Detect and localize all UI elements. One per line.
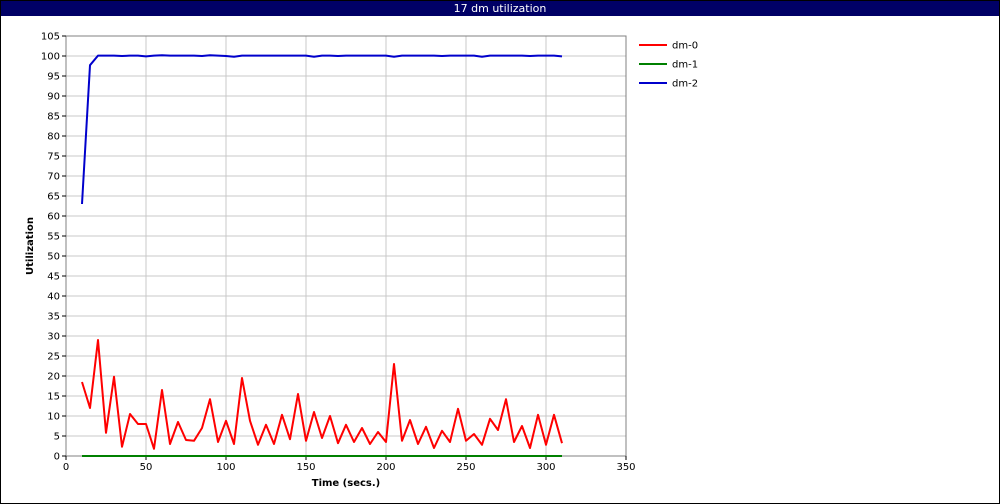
x-axis-label: Time (secs.) — [312, 478, 381, 489]
y-tick-label: 80 — [47, 132, 60, 143]
legend-label-dm-1: dm-1 — [672, 60, 698, 71]
plot-area — [65, 35, 627, 457]
chart-window: 17 dm utilization 0 5 10 15 20 25 30 35 40 45 50 55… — [0, 0, 1000, 504]
y-tick-label: 50 — [47, 252, 60, 263]
y-tick-label: 0 — [54, 452, 60, 463]
x-tick-label: 50 — [140, 462, 153, 473]
chart-grid — [65, 35, 627, 457]
x-tick-label: 350 — [616, 462, 635, 473]
y-tick-label: 60 — [47, 212, 60, 223]
x-tick-label: 200 — [376, 462, 395, 473]
y-tick-label: 15 — [47, 392, 60, 403]
y-tick-label: 10 — [47, 412, 60, 423]
x-tick-label: 150 — [296, 462, 315, 473]
y-tick-label: 25 — [47, 352, 60, 363]
y-tick-label: 35 — [47, 312, 60, 323]
y-axis-label: Utilization — [25, 217, 36, 275]
y-tick-label: 65 — [47, 192, 60, 203]
y-tick-label: 70 — [47, 172, 60, 183]
x-tick-label: 250 — [456, 462, 475, 473]
window-title-bar: 17 dm utilization — [1, 1, 999, 16]
x-tick-label: 0 — [63, 462, 69, 473]
y-tick-label: 85 — [47, 112, 60, 123]
y-tick-label: 105 — [41, 32, 60, 43]
x-tick-label: 100 — [216, 462, 235, 473]
y-tick-label: 90 — [47, 92, 60, 103]
y-tick-label: 5 — [54, 432, 60, 443]
series-line-dm-2 — [81, 54, 563, 205]
y-tick-label: 20 — [47, 372, 60, 383]
legend-label-dm-2: dm-2 — [672, 79, 698, 90]
window-title: 17 dm utilization — [453, 2, 547, 15]
y-tick-label: 45 — [47, 272, 60, 283]
chart-legend: dm-0 dm-1 dm-2 — [639, 41, 698, 90]
y-tick-label: 100 — [41, 52, 60, 63]
y-tick-label: 95 — [47, 72, 60, 83]
x-tick-label: 300 — [536, 462, 555, 473]
line-chart: 0 5 10 15 20 25 30 35 40 45 50 55 60 65 70 75 80 85 90 95 10… — [25, 32, 698, 490]
y-tick-label: 75 — [47, 152, 60, 163]
legend-label-dm-0: dm-0 — [672, 41, 698, 52]
y-tick-label: 55 — [47, 232, 60, 243]
y-tick-label: 40 — [47, 292, 60, 303]
y-tick-label: 30 — [47, 332, 60, 343]
